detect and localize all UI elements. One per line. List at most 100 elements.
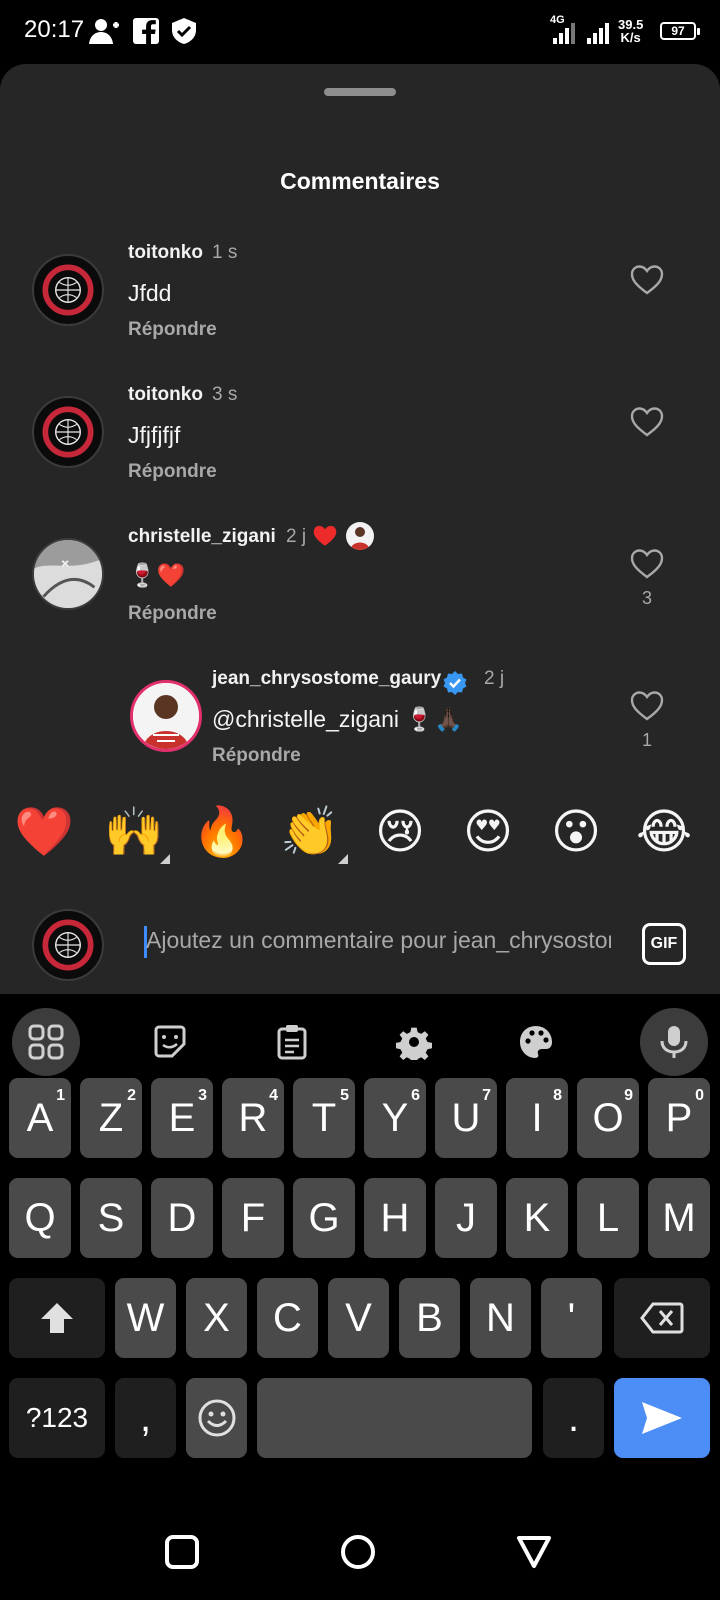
smiley-icon	[198, 1399, 235, 1437]
comment-item: christelle_zigani 2 j 🍷❤️ Répondre 3	[0, 522, 720, 654]
key-hint: 3	[198, 1087, 207, 1104]
period-key[interactable]: .	[543, 1378, 604, 1458]
emoji-button[interactable]: 👏	[280, 802, 340, 862]
emoji-button[interactable]: 🔥	[192, 802, 252, 862]
key-b[interactable]: B	[399, 1278, 460, 1358]
heart-icon[interactable]	[630, 548, 664, 580]
key-hint: 4	[269, 1087, 278, 1104]
sheet-title: Commentaires	[280, 168, 440, 194]
key-e[interactable]: E3	[151, 1078, 213, 1158]
key-x[interactable]: X	[186, 1278, 247, 1358]
avatar[interactable]	[32, 538, 104, 610]
shift-icon	[41, 1303, 73, 1333]
comment-text: Jfdd	[128, 280, 172, 306]
brand-logo-icon	[35, 257, 101, 323]
author-avatar	[346, 522, 374, 550]
heart-icon[interactable]	[630, 690, 664, 722]
heart-icon[interactable]	[630, 264, 664, 296]
key-f[interactable]: F	[222, 1178, 284, 1258]
comment-time: 3 s	[212, 384, 238, 405]
heart-icon[interactable]	[630, 406, 664, 438]
key-t[interactable]: T5	[293, 1078, 355, 1158]
settings-icon	[396, 1027, 432, 1060]
key-p[interactable]: P0	[648, 1078, 710, 1158]
key-hint: 9	[624, 1087, 633, 1104]
like-count: 1	[641, 730, 652, 750]
avatar[interactable]	[32, 396, 104, 468]
comment-username[interactable]: christelle_zigani	[128, 526, 276, 548]
drag-handle[interactable]	[324, 88, 396, 96]
key-hint: 2	[127, 1087, 136, 1104]
avatar[interactable]	[130, 680, 202, 752]
key-v[interactable]: V	[328, 1278, 389, 1358]
emoji-button[interactable]: 😍	[458, 802, 518, 862]
key-y[interactable]: Y6	[364, 1078, 426, 1158]
key-label: P	[665, 1096, 693, 1140]
key-q[interactable]: Q	[9, 1178, 71, 1258]
sticker-button[interactable]	[136, 1008, 204, 1076]
key-r[interactable]: R4	[222, 1078, 284, 1158]
clipboard-icon	[277, 1025, 307, 1060]
skin-tone-indicator	[160, 854, 170, 864]
comment-username[interactable]: toitonko	[128, 384, 203, 406]
key-u[interactable]: U7	[435, 1078, 497, 1158]
key-w[interactable]: W	[115, 1278, 176, 1358]
comment-username[interactable]: toitonko	[128, 242, 203, 264]
reply-button[interactable]: Répondre	[128, 461, 217, 483]
key-l[interactable]: L	[577, 1178, 639, 1258]
verified-badge-icon	[443, 671, 467, 695]
avatar[interactable]	[32, 254, 104, 326]
key-s[interactable]: S	[80, 1178, 142, 1258]
key-i[interactable]: I8	[506, 1078, 568, 1158]
key-a[interactable]: A1	[9, 1078, 71, 1158]
send-key[interactable]	[614, 1378, 710, 1458]
comment-username[interactable]: jean_chrysostome_gaury	[212, 668, 441, 690]
key-o[interactable]: O9	[577, 1078, 639, 1158]
emoji-button[interactable]: 😢	[370, 802, 430, 862]
comment-time: 1 s	[212, 242, 238, 263]
comma-key[interactable]: ,	[115, 1378, 176, 1458]
key-h[interactable]: H	[364, 1178, 426, 1258]
key-d[interactable]: D	[151, 1178, 213, 1258]
shield-icon	[172, 18, 196, 44]
comment-text: 🍷❤️	[128, 562, 186, 588]
emoji-button[interactable]: 😮	[546, 802, 606, 862]
status-bar: 20:17 4G 39.5 K/s 97	[0, 0, 720, 64]
key-c[interactable]: C	[257, 1278, 318, 1358]
status-time: 20:17	[24, 16, 85, 43]
skin-tone-indicator	[338, 854, 348, 864]
emoji-key[interactable]	[186, 1378, 247, 1458]
recent-apps-icon[interactable]	[164, 1534, 200, 1570]
key-n[interactable]: N	[470, 1278, 531, 1358]
apps-button[interactable]	[12, 1008, 80, 1076]
back-icon[interactable]	[516, 1534, 552, 1570]
symbols-key[interactable]: ?123	[9, 1378, 105, 1458]
key-g[interactable]: G	[293, 1178, 355, 1258]
emoji-button[interactable]: ❤️	[14, 802, 74, 862]
key-z[interactable]: Z2	[80, 1078, 142, 1158]
space-key[interactable]	[257, 1378, 532, 1458]
key-hint: 7	[482, 1087, 491, 1104]
key-label: A	[26, 1096, 54, 1140]
palette-icon	[520, 1026, 552, 1058]
key-label: I	[531, 1096, 543, 1140]
shift-key[interactable]	[9, 1278, 105, 1358]
key-label: U	[451, 1096, 481, 1140]
reply-button[interactable]: Répondre	[128, 603, 217, 625]
comment-item: jean_chrysostome_gaury 2 j @christelle_z…	[0, 666, 720, 796]
key-apostrophe[interactable]: '	[541, 1278, 602, 1358]
key-j[interactable]: J	[435, 1178, 497, 1258]
key-m[interactable]: M	[648, 1178, 710, 1258]
key-k[interactable]: K	[506, 1178, 568, 1258]
reply-button[interactable]: Répondre	[128, 319, 217, 341]
reply-button[interactable]: Répondre	[212, 745, 301, 767]
key-label: O	[592, 1096, 624, 1140]
backspace-key[interactable]	[614, 1278, 710, 1358]
key-label: Z	[98, 1096, 124, 1140]
emoji-button[interactable]: 🙌	[104, 802, 164, 862]
comment-input[interactable]: Ajoutez un commentaire pour jean_chrysos…	[146, 927, 611, 954]
battery-indicator: 97	[660, 22, 700, 40]
home-icon[interactable]	[340, 1534, 376, 1570]
gif-button[interactable]: GIF	[642, 923, 686, 965]
emoji-button[interactable]: 😂	[634, 802, 694, 862]
